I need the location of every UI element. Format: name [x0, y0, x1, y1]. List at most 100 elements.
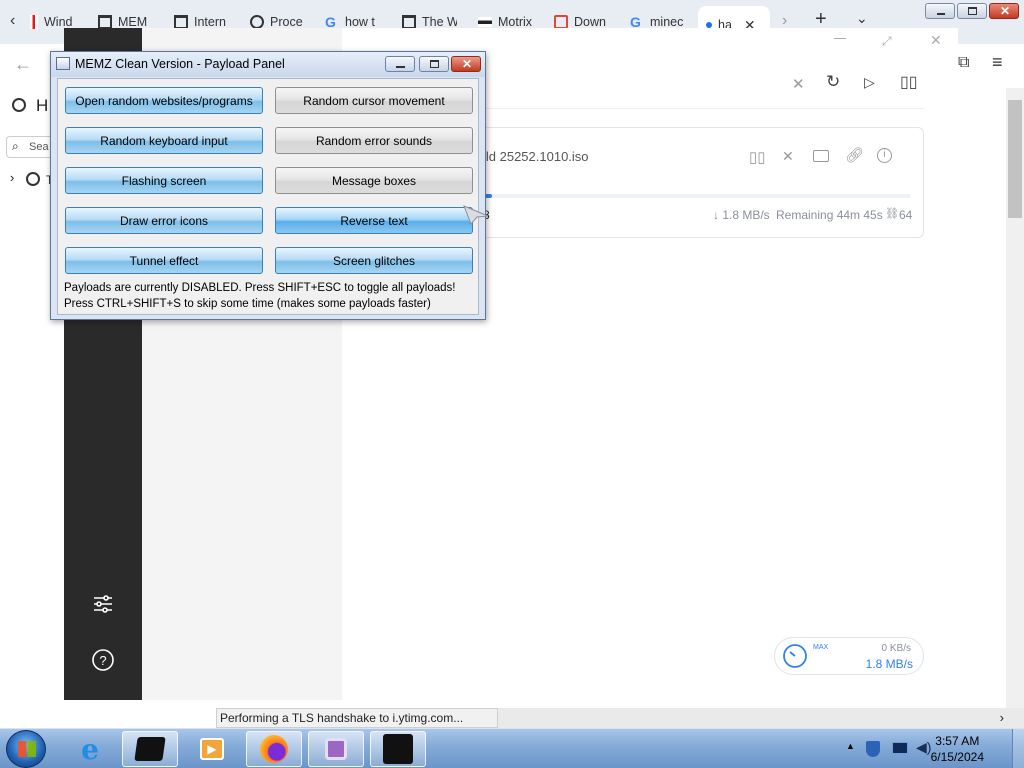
google-icon: G — [325, 14, 336, 30]
taskbar-media-player[interactable]: ▶ — [184, 731, 240, 767]
vertical-scrollbar-thumb[interactable] — [1008, 100, 1022, 218]
tab-scroll-left-icon[interactable]: ‹ — [10, 12, 15, 30]
window-minimize-button[interactable] — [925, 3, 955, 19]
random-cursor-movement-button[interactable]: Random cursor movement — [275, 87, 473, 114]
clear-tasks-icon[interactable]: ✕ — [792, 75, 805, 93]
taskbar-motrix[interactable] — [370, 731, 426, 767]
motrix-maximize-icon[interactable]: ⤢ — [882, 34, 892, 49]
task-progress-track — [483, 194, 911, 198]
menu-icon[interactable]: ≡ — [992, 52, 1003, 73]
tab-list-chevron-icon[interactable]: ⌄ — [856, 10, 868, 27]
speedometer-icon — [783, 644, 807, 668]
google-icon: G — [630, 14, 641, 30]
tab-label: Down — [574, 15, 606, 29]
speed-meter[interactable]: MAX 0 KB/s 1.8 MB/s — [774, 637, 924, 675]
tunnel-effect-button[interactable]: Tunnel effect — [65, 247, 263, 274]
memz-title-bar[interactable]: MEMZ Clean Version - Payload Panel ✕ — [51, 52, 485, 77]
terminal-icon — [134, 737, 166, 761]
random-error-sounds-button[interactable]: Random error sounds — [275, 127, 473, 154]
motrix-icon — [478, 17, 492, 27]
mouse-cursor-icon — [463, 205, 489, 225]
motrix-close-icon[interactable]: ✕ — [930, 32, 942, 49]
button-label: Screen glitches — [332, 253, 416, 268]
tray-defender-icon[interactable] — [866, 741, 880, 757]
task-delete-icon[interactable]: ✕ — [782, 148, 794, 165]
motrix-minimize-icon[interactable] — [834, 38, 846, 39]
scroll-right-icon[interactable]: › — [1000, 710, 1004, 725]
history-heading: H — [36, 96, 49, 115]
tab-label: how t — [345, 15, 375, 29]
reverse-text-button[interactable]: Reverse text — [275, 207, 473, 234]
show-desktop-button[interactable] — [1012, 729, 1024, 768]
tray-network-icon[interactable] — [892, 742, 908, 754]
motrix-header-divider — [480, 108, 924, 109]
tray-expand-icon[interactable]: ▲ — [846, 741, 855, 751]
taskbar-purple-app[interactable] — [308, 731, 364, 767]
purple-app-icon — [325, 738, 347, 760]
windows-logo-icon — [18, 741, 36, 757]
flashing-screen-button[interactable]: Flashing screen — [65, 167, 263, 194]
task-info-icon[interactable]: i — [877, 148, 892, 163]
button-label: Draw error icons — [119, 213, 209, 228]
tab-label: Motrix — [498, 15, 533, 29]
memz-info-line-1: Payloads are currently DISABLED. Press S… — [64, 282, 456, 294]
task-link-icon[interactable]: 🔗︎ — [845, 146, 864, 164]
help-icon[interactable]: ? — [91, 648, 115, 672]
history-clock-icon — [12, 98, 26, 112]
button-label: Reverse text — [340, 213, 408, 228]
close-icon: ✕ — [1000, 4, 1011, 18]
svg-text:?: ? — [99, 653, 106, 668]
memz-window-icon — [56, 57, 70, 70]
download-speed: 1.8 MB/s — [865, 657, 913, 671]
search-icon: ⌕ — [12, 139, 19, 153]
firefox-icon — [260, 735, 288, 763]
button-label: Flashing screen — [121, 173, 207, 188]
message-boxes-button[interactable]: Message boxes — [275, 167, 473, 194]
tab-label: Wind — [44, 15, 73, 29]
archive-icon — [98, 15, 112, 29]
close-icon: ✕ — [462, 57, 473, 71]
motrix-app-icon — [383, 734, 413, 764]
task-pause-icon[interactable]: ▯▯ — [749, 148, 766, 166]
taskbar-internet-explorer[interactable]: e — [62, 731, 118, 767]
media-player-icon: ▶ — [200, 738, 224, 760]
open-random-websites-button[interactable]: Open random websites/programs — [65, 87, 263, 114]
memz-maximize-button[interactable] — [419, 56, 449, 72]
task-filename: ild 25252.1010.iso — [483, 149, 589, 164]
back-arrow-icon[interactable]: ← — [14, 54, 32, 75]
screen-glitches-button[interactable]: Screen glitches — [275, 247, 473, 274]
random-keyboard-input-button[interactable]: Random keyboard input — [65, 127, 263, 154]
draw-error-icons-button[interactable]: Draw error icons — [65, 207, 263, 234]
taskbar-firefox[interactable] — [246, 731, 302, 767]
memz-close-button[interactable]: ✕ — [451, 56, 481, 72]
taskbar-terminal[interactable] — [122, 731, 178, 767]
pause-all-icon[interactable]: ▯▯ — [900, 72, 918, 92]
maximize-icon — [430, 60, 439, 68]
window-restore-button[interactable] — [957, 3, 987, 19]
memz-info-line-2: Press CTRL+SHIFT+S to skip some time (ma… — [64, 298, 431, 310]
button-label: Random error sounds — [315, 133, 433, 148]
internet-explorer-icon: e — [81, 732, 99, 766]
download-page-icon — [554, 15, 568, 29]
status-text: Performing a TLS handshake to i.ytimg.co… — [220, 711, 464, 725]
tab-label: minec — [650, 15, 684, 29]
button-label: Random cursor movement — [303, 93, 445, 108]
tray-volume-icon[interactable]: ◀) — [916, 739, 931, 756]
window-close-button[interactable]: ✕ — [989, 3, 1019, 19]
preferences-sliders-icon[interactable] — [91, 592, 115, 616]
start-button[interactable] — [6, 730, 46, 768]
task-folder-icon[interactable] — [813, 150, 829, 162]
button-label: Message boxes — [331, 173, 417, 188]
task-remaining: Remaining 44m 45s — [776, 208, 883, 222]
tree-expand-chevron-icon[interactable]: › — [10, 170, 14, 185]
download-task-card[interactable]: ild 25252.1010.iso ▯▯ ✕ 🔗︎ i 8 ↓ 1.8 MB/… — [458, 127, 924, 238]
resume-all-icon[interactable]: ▷ — [864, 74, 875, 91]
memz-minimize-button[interactable] — [385, 56, 415, 72]
windows-taskbar: e ▶ ▲ ◀) 3:57 AM 6/15/2024 — [0, 728, 1024, 768]
refresh-icon[interactable]: ↻ — [826, 72, 840, 92]
memz-panel-body: Open random websites/programs Random cur… — [57, 78, 479, 315]
taskbar-clock[interactable]: 3:57 AM 6/15/2024 — [931, 733, 984, 765]
memz-payload-panel: MEMZ Clean Version - Payload Panel ✕ Ope… — [50, 51, 486, 320]
extensions-icon[interactable]: ⧉ — [958, 54, 969, 72]
clock-date: 6/15/2024 — [930, 750, 984, 764]
